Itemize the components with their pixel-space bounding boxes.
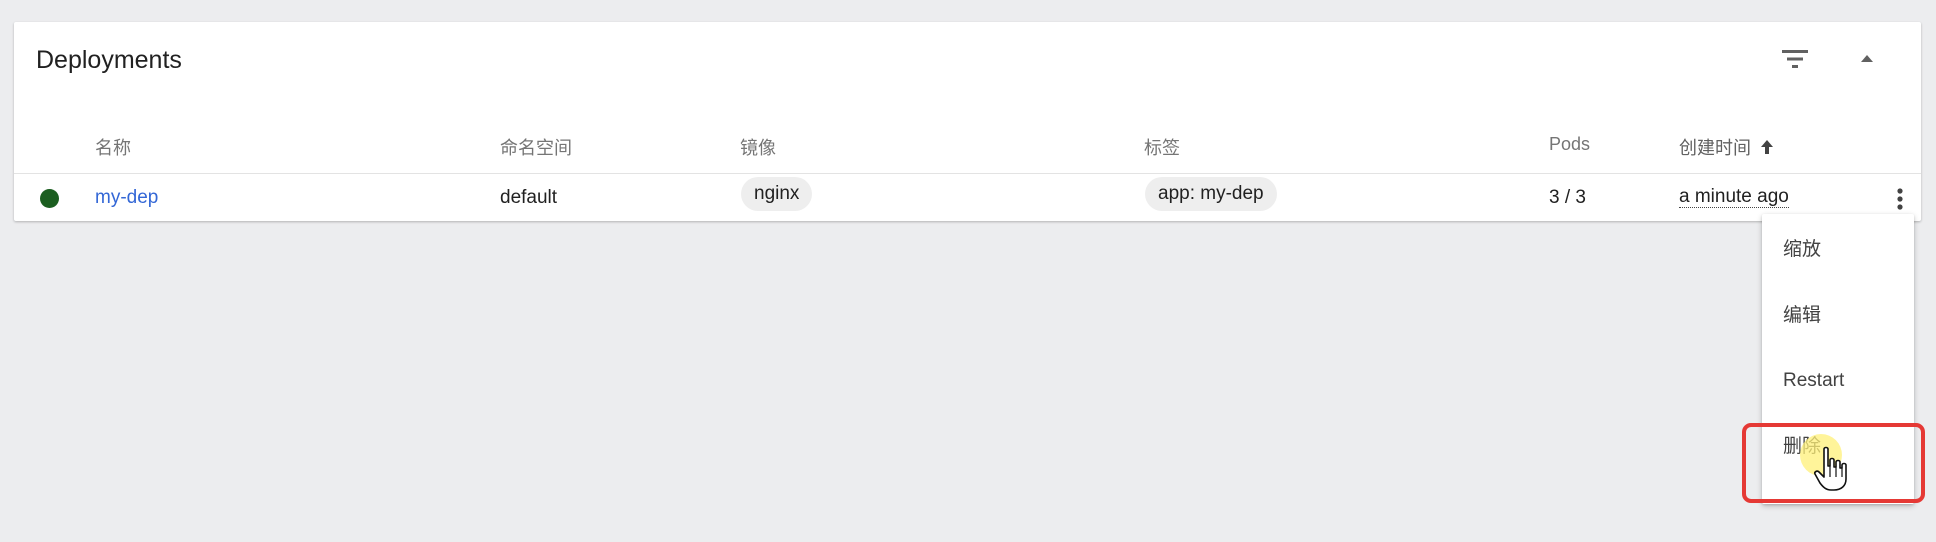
filter-button[interactable] — [1771, 35, 1819, 83]
status-running-icon — [40, 189, 59, 208]
arrow-upward-icon — [1761, 140, 1774, 154]
expand-less-icon — [1861, 55, 1873, 62]
label-chip: app: my-dep — [1145, 177, 1277, 211]
collapse-button[interactable] — [1843, 35, 1891, 83]
pods-value: 3 / 3 — [1549, 187, 1586, 208]
column-header-name[interactable]: 名称 — [95, 134, 131, 160]
more-vert-icon — [1897, 188, 1903, 210]
image-chip: nginx — [741, 177, 813, 211]
column-header-labels: 标签 — [1144, 138, 1180, 158]
created-value: a minute ago — [1679, 186, 1789, 208]
column-header-images: 镜像 — [740, 138, 776, 158]
filter-list-icon — [1782, 50, 1808, 68]
column-header-created-label: 创建时间 — [1679, 138, 1751, 158]
column-header-namespace[interactable]: 命名空间 — [500, 134, 572, 160]
row-actions-menu: 缩放 编辑 Restart 删除 — [1762, 214, 1914, 504]
column-header-pods: Pods — [1549, 134, 1591, 154]
deployment-name-link[interactable]: my-dep — [95, 187, 158, 209]
table-row: my-dep default nginx app: my-dep 3 / 3 a… — [14, 175, 1921, 221]
table-header: 名称 命名空间 镜像 标签 Pods 创建时间 — [14, 126, 1921, 174]
menu-item-edit[interactable]: 编辑 — [1762, 284, 1914, 348]
namespace-value: default — [500, 187, 558, 208]
column-header-created[interactable]: 创建时间 — [1679, 134, 1774, 160]
menu-item-delete[interactable]: 删除 — [1762, 415, 1914, 479]
deployments-card: Deployments 名称 命名空间 镜像 标签 Pods 创建时间 my-d… — [14, 22, 1921, 221]
card-title: Deployments — [36, 46, 182, 74]
menu-item-scale[interactable]: 缩放 — [1762, 218, 1914, 282]
menu-item-restart[interactable]: Restart — [1762, 349, 1914, 413]
